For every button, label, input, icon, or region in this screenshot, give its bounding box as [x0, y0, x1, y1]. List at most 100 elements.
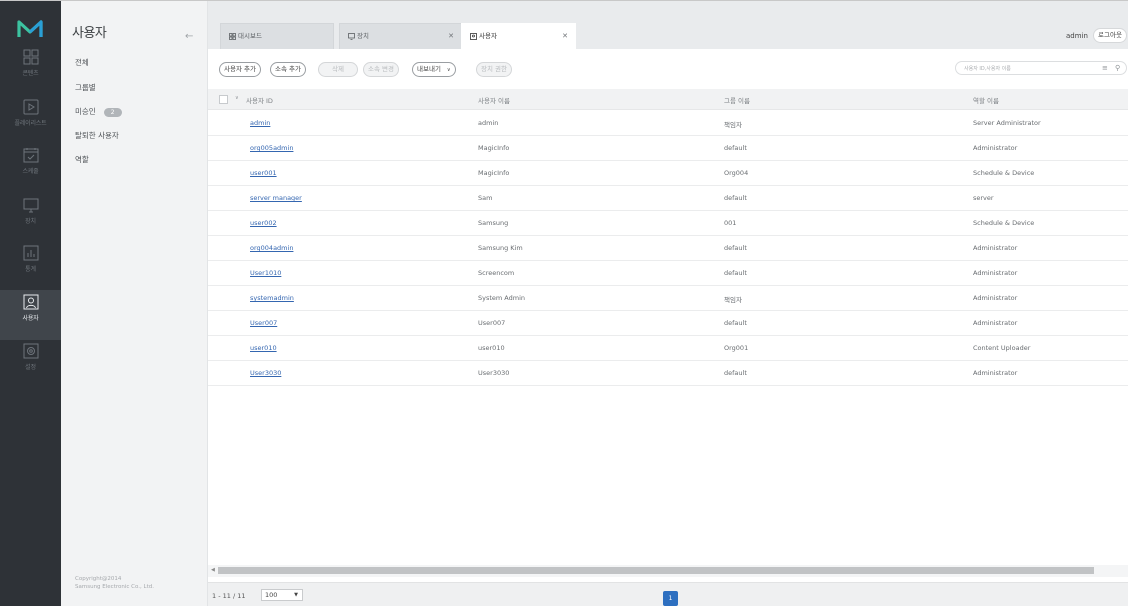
group-name-cell: default [724, 369, 747, 377]
user-id-link[interactable]: systemadmin [250, 294, 294, 302]
table-row[interactable]: User3030 User3030 default Administrator [208, 361, 1128, 386]
column-header-group-name[interactable]: 그룹 이름 [724, 95, 750, 105]
column-header-user-id[interactable]: 사용자 ID [246, 95, 273, 105]
change-affiliation-button[interactable]: 소속 변경 [363, 62, 399, 77]
dashboard-icon [229, 32, 236, 40]
submenu-item-by-group[interactable]: 그룹별 [75, 82, 96, 93]
column-header-role-name[interactable]: 역할 이름 [973, 95, 999, 105]
group-name-cell: Org001 [724, 344, 749, 352]
nav-label-schedule: 스케줄 [22, 168, 39, 175]
table-row[interactable]: org005admin MagicInfo default Administra… [208, 136, 1128, 161]
nav-item-content[interactable]: 콘텐츠 [0, 49, 61, 99]
group-name-cell: 책임자 [724, 296, 742, 304]
table-row[interactable]: systemadmin System Admin 책임자 Administrat… [208, 286, 1128, 311]
table-row[interactable]: server manager Sam default server [208, 186, 1128, 211]
copyright-line-2: Samsung Electronic Co., Ltd. [75, 583, 154, 590]
add-user-button[interactable]: 사용자 추가 [219, 62, 261, 77]
nav-item-schedule[interactable]: 스케줄 [0, 147, 61, 197]
device-permission-button[interactable]: 장치 권한 [476, 62, 512, 77]
group-name-cell: 001 [724, 219, 737, 227]
nav-label-user: 사용자 [22, 315, 39, 322]
table-row[interactable]: user010 user010 Org001 Content Uploader [208, 336, 1128, 361]
nav-item-playlist[interactable]: 플레이리스트 [0, 99, 61, 149]
group-name-cell: default [724, 269, 747, 277]
filter-icon[interactable]: ≡ [1102, 64, 1108, 72]
collapse-arrow-icon[interactable]: ← [185, 31, 193, 42]
user-id-link[interactable]: server manager [250, 194, 302, 202]
schedule-calendar-icon [23, 148, 38, 163]
column-header-user-name[interactable]: 사용자 이름 [478, 95, 510, 105]
nav-item-device[interactable]: 장치 [0, 197, 61, 247]
table-row[interactable]: user002 Samsung 001 Schedule & Device [208, 211, 1128, 236]
role-name-cell: Administrator [973, 369, 1018, 377]
search-icon[interactable]: ⚲ [1115, 64, 1120, 72]
magicinfo-logo[interactable] [17, 19, 43, 39]
tab-dashboard-label: 대시보드 [238, 32, 262, 40]
playlist-icon [23, 99, 38, 115]
search-input[interactable] [964, 64, 1082, 73]
chevron-down-icon[interactable]: ∨ [235, 95, 239, 101]
user-id-link[interactable]: User007 [250, 319, 277, 327]
tab-user-label: 사용자 [479, 32, 497, 40]
user-name-cell: Samsung [478, 219, 509, 227]
table-row[interactable]: admin admin 책임자 Server Administrator [208, 111, 1128, 136]
delete-button[interactable]: 삭제 [318, 62, 358, 77]
group-name-cell: 책임자 [724, 121, 742, 129]
user-id-link[interactable]: User3030 [250, 369, 281, 377]
select-all-checkbox[interactable] [219, 95, 228, 104]
page-size-select[interactable]: 100 ▼ [261, 589, 303, 601]
search-box: ≡ ⚲ [955, 61, 1127, 75]
device-monitor-icon [23, 198, 38, 213]
submenu-item-role[interactable]: 역할 [75, 154, 89, 165]
tab-device[interactable]: 장치 ✕ [339, 23, 462, 49]
logout-button[interactable]: 로그아웃 [1093, 28, 1127, 43]
nav-label-statistics: 통계 [25, 266, 36, 273]
nav-label-content: 콘텐츠 [22, 70, 39, 77]
scroll-left-arrow-icon[interactable]: ◀ [211, 567, 215, 573]
user-id-link[interactable]: user002 [250, 219, 277, 227]
submenu-item-unapproved[interactable]: 미승인 2 [75, 106, 122, 117]
close-icon[interactable]: ✕ [448, 24, 454, 49]
page-button[interactable]: 1 [663, 591, 678, 606]
user-name-cell: user010 [478, 344, 505, 352]
user-id-link[interactable]: org004admin [250, 244, 293, 252]
user-id-link[interactable]: admin [250, 119, 270, 127]
page-size-value: 100 [265, 591, 278, 599]
tab-bar: 대시보드 장치 ✕ 사용자 ✕ admin 로그아웃 [208, 1, 1128, 49]
table-row[interactable]: User1010 Screencom default Administrator [208, 261, 1128, 286]
role-name-cell: server [973, 194, 994, 202]
nav-item-user[interactable]: 사용자 [0, 290, 61, 340]
add-affiliation-button[interactable]: 소속 추가 [270, 62, 306, 77]
user-id-link[interactable]: user010 [250, 344, 277, 352]
scrollbar-thumb[interactable] [218, 567, 1094, 574]
table-row[interactable]: org004admin Samsung Kim default Administ… [208, 236, 1128, 261]
user-name-cell: Sam [478, 194, 493, 202]
user-id-link[interactable]: user001 [250, 169, 277, 177]
tab-user[interactable]: 사용자 ✕ [461, 23, 576, 49]
role-name-cell: Administrator [973, 144, 1018, 152]
table-row[interactable]: user001 MagicInfo Org004 Schedule & Devi… [208, 161, 1128, 186]
table-header: ∨ 사용자 ID 사용자 이름 그룹 이름 역할 이름 [208, 89, 1128, 110]
role-name-cell: Content Uploader [973, 344, 1031, 352]
user-name-cell: User007 [478, 319, 506, 327]
user-id-link[interactable]: org005admin [250, 144, 293, 152]
user-name-cell: MagicInfo [478, 144, 510, 152]
submenu-item-all[interactable]: 전체 [75, 57, 89, 68]
user-id-link[interactable]: User1010 [250, 269, 281, 277]
logged-in-username: admin [1066, 32, 1088, 40]
close-icon[interactable]: ✕ [562, 24, 568, 49]
export-dropdown[interactable]: 내보내기 ∨ [412, 62, 456, 77]
group-name-cell: default [724, 244, 747, 252]
nav-item-settings[interactable]: 설정 [0, 343, 61, 393]
nav-item-statistics[interactable]: 통계 [0, 245, 61, 295]
statistics-chart-icon [23, 245, 38, 261]
nav-label-settings: 설정 [25, 364, 36, 371]
unapproved-count-badge: 2 [103, 108, 122, 117]
tab-dashboard[interactable]: 대시보드 [220, 23, 334, 49]
table-row[interactable]: User007 User007 default Administrator [208, 311, 1128, 336]
group-name-cell: default [724, 194, 747, 202]
copyright-text: Copyright@2014 Samsung Electronic Co., L… [75, 576, 154, 591]
submenu-item-withdrawn[interactable]: 탈퇴한 사용자 [75, 130, 119, 141]
role-name-cell: Schedule & Device [973, 169, 1035, 177]
horizontal-scrollbar[interactable]: ◀ [208, 565, 1128, 577]
